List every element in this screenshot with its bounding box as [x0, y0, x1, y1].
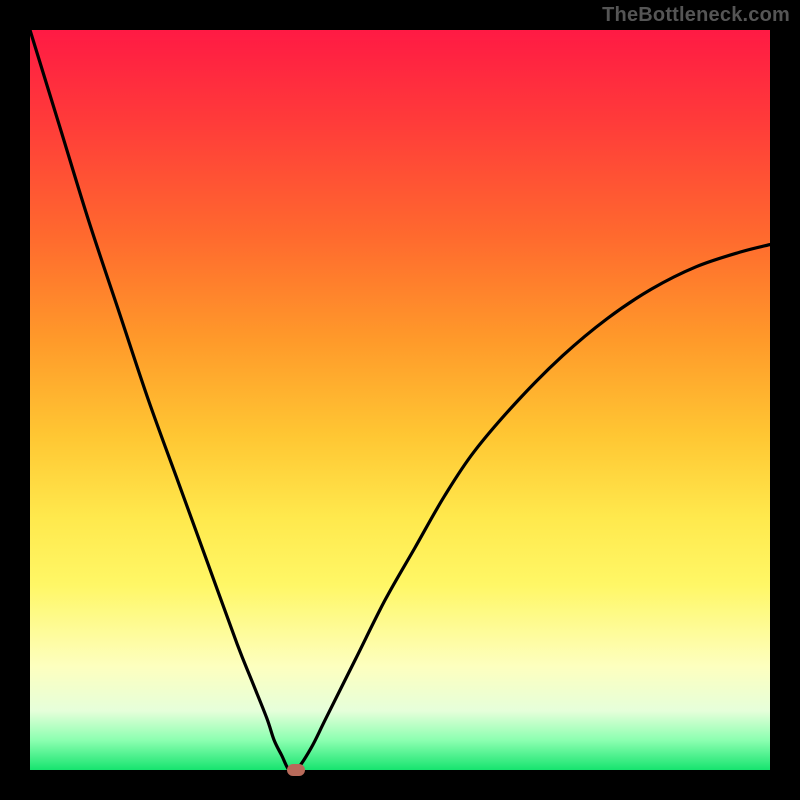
bottleneck-curve: [30, 30, 770, 770]
curve-svg: [30, 30, 770, 770]
optimum-marker: [287, 764, 305, 776]
plot-area: [30, 30, 770, 770]
chart-frame: TheBottleneck.com: [0, 0, 800, 800]
watermark-text: TheBottleneck.com: [602, 4, 790, 27]
